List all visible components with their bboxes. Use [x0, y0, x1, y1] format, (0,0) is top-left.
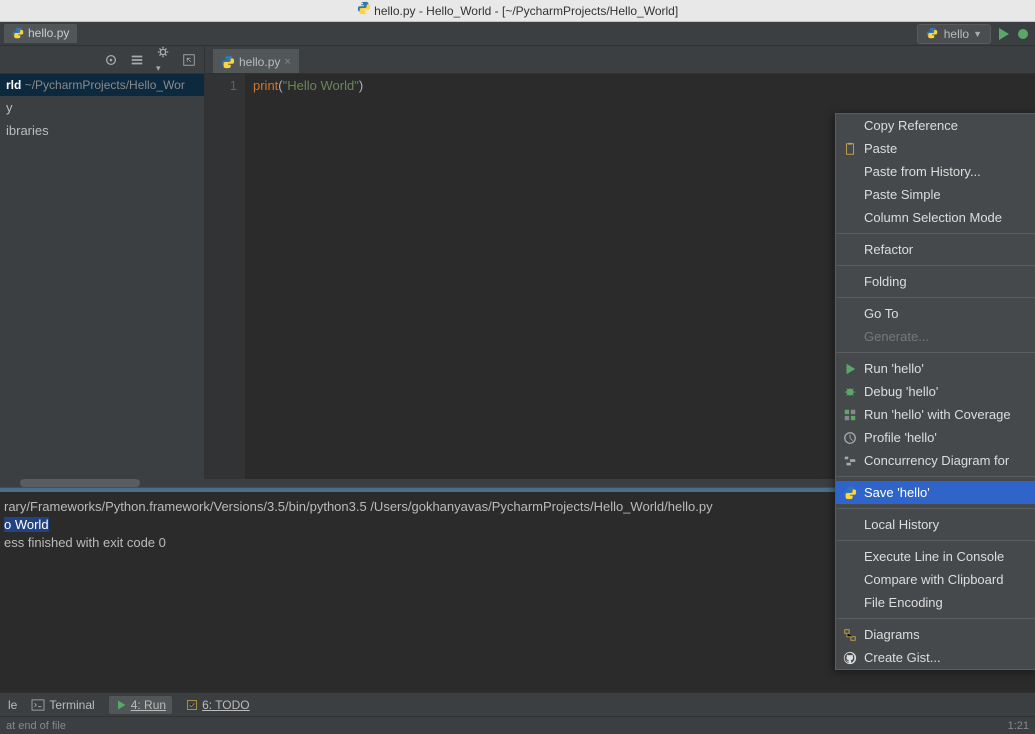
- python-icon: [842, 485, 858, 501]
- status-text: at end of file: [6, 720, 66, 732]
- chevron-down-icon: ▾: [156, 63, 161, 73]
- github-icon: [842, 650, 858, 666]
- settings-gear-icon[interactable]: ▾: [156, 45, 170, 74]
- tree-item[interactable]: ibraries: [0, 119, 204, 142]
- python-file-icon: [221, 55, 235, 69]
- menu-column-selection[interactable]: Column Selection Mode: [836, 206, 1035, 229]
- status-bar: at end of file 1:21: [0, 716, 1035, 734]
- menu-separator: [836, 352, 1035, 353]
- menu-diagrams[interactable]: Diagrams: [836, 623, 1035, 646]
- nav-tab-file[interactable]: hello.py: [4, 24, 77, 43]
- bug-icon: [842, 384, 858, 400]
- editor-context-menu: Copy Reference Paste Paste from History.…: [835, 113, 1035, 670]
- collapse-all-icon[interactable]: [130, 53, 144, 67]
- menu-goto[interactable]: Go To: [836, 302, 1035, 325]
- window-title: hello.py - Hello_World - [~/PycharmProje…: [374, 4, 678, 18]
- caret-position[interactable]: 1:21: [1008, 720, 1029, 732]
- menu-compare-clipboard[interactable]: Compare with Clipboard: [836, 568, 1035, 591]
- bottom-tool-tabs: le Terminal 4: Run 6: TODO: [0, 692, 1035, 716]
- project-toolbar-row: ▾ hello.py ×: [0, 46, 1035, 74]
- tree-item[interactable]: y: [0, 96, 204, 119]
- menu-local-history[interactable]: Local History: [836, 513, 1035, 536]
- run-config-select[interactable]: hello ▼: [917, 24, 991, 44]
- menu-paste[interactable]: Paste: [836, 137, 1035, 160]
- coverage-icon: [842, 407, 858, 423]
- menu-concurrency[interactable]: Concurrency Diagram for: [836, 449, 1035, 472]
- menu-generate: Generate...: [836, 325, 1035, 348]
- menu-separator: [836, 233, 1035, 234]
- menu-separator: [836, 297, 1035, 298]
- concurrency-icon: [842, 453, 858, 469]
- menu-refactor[interactable]: Refactor: [836, 238, 1035, 261]
- chevron-down-icon: ▼: [973, 29, 982, 39]
- editor-tab-hello[interactable]: hello.py ×: [213, 49, 299, 73]
- menu-execute-line[interactable]: Execute Line in Console: [836, 545, 1035, 568]
- run-button[interactable]: [995, 26, 1011, 42]
- menu-separator: [836, 476, 1035, 477]
- menu-folding[interactable]: Folding: [836, 270, 1035, 293]
- hide-panel-icon[interactable]: [182, 53, 196, 67]
- project-root[interactable]: rld ~/PycharmProjects/Hello_Wor: [0, 74, 204, 96]
- menu-separator: [836, 265, 1035, 266]
- scrollbar-thumb[interactable]: [20, 479, 140, 487]
- close-tab-icon[interactable]: ×: [284, 56, 290, 68]
- menu-separator: [836, 618, 1035, 619]
- menu-run[interactable]: Run 'hello': [836, 357, 1035, 380]
- menu-copy-reference[interactable]: Copy Reference: [836, 114, 1035, 137]
- project-sidebar[interactable]: rld ~/PycharmProjects/Hello_Wor y ibrari…: [0, 74, 205, 479]
- python-icon: [926, 27, 940, 41]
- profile-icon: [842, 430, 858, 446]
- top-toolbar: hello.py hello ▼: [0, 22, 1035, 46]
- menu-coverage[interactable]: Run 'hello' with Coverage: [836, 403, 1035, 426]
- debug-button[interactable]: [1015, 26, 1031, 42]
- python-file-icon: [357, 1, 371, 15]
- diagram-icon: [842, 627, 858, 643]
- menu-paste-history[interactable]: Paste from History...: [836, 160, 1035, 183]
- play-icon: [842, 361, 858, 377]
- menu-paste-simple[interactable]: Paste Simple: [836, 183, 1035, 206]
- scroll-from-source-icon[interactable]: [104, 53, 118, 67]
- editor-gutter: 1: [205, 74, 245, 479]
- paste-icon: [842, 141, 858, 157]
- menu-profile[interactable]: Profile 'hello': [836, 426, 1035, 449]
- menu-debug[interactable]: Debug 'hello': [836, 380, 1035, 403]
- menu-save[interactable]: Save 'hello': [836, 481, 1035, 504]
- menu-create-gist[interactable]: Create Gist...: [836, 646, 1035, 669]
- window-titlebar: hello.py - Hello_World - [~/PycharmProje…: [0, 0, 1035, 22]
- menu-separator: [836, 540, 1035, 541]
- menu-separator: [836, 508, 1035, 509]
- python-file-icon: [12, 27, 26, 41]
- menu-file-encoding[interactable]: File Encoding: [836, 591, 1035, 614]
